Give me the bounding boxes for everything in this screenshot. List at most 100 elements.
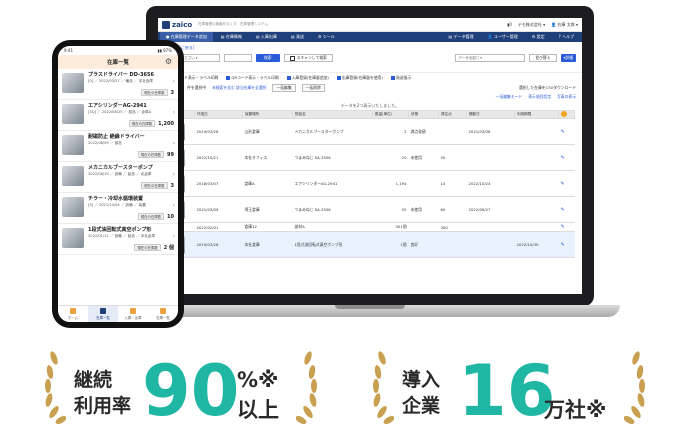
nav-shipping[interactable]: ▤ 発送 <box>285 32 310 42</box>
detail-button[interactable]: ▾詳細 <box>560 54 576 62</box>
col-settings[interactable] <box>558 110 575 119</box>
row-created: 2019/03/26 <box>194 231 243 258</box>
row-location: 倉庫12 <box>242 222 293 232</box>
row-edit[interactable]: ✎ <box>558 118 575 145</box>
add-condition-link[interactable]: 条件を追加 <box>158 64 582 72</box>
stock-qty: 1,200 <box>158 120 174 127</box>
row-state: 満点発値 <box>408 118 439 145</box>
stat1-unit-top: %※ <box>237 368 279 392</box>
stat2-label-bottom: 企業 <box>402 395 441 417</box>
table-row[interactable]: 2021/03/09 埼玉倉庫 つまみねじ SA-3556 55 未使用 60 2022/0… <box>164 196 575 223</box>
row-qty: 301個 <box>372 222 409 232</box>
list-item[interactable]: チラー・冷却水循環装置 [3] ／ 2021/10/04 ／ 設備 ／ 装置 現在の… <box>58 193 178 224</box>
col-state[interactable]: 状態 <box>408 110 439 119</box>
tab-0[interactable]: ホーム <box>58 306 88 322</box>
row-name[interactable]: つまみねじ SA-3556 <box>292 196 373 223</box>
chevron-right-icon: › <box>172 171 175 178</box>
qr-print-button[interactable]: QRコード表示・ラベル印刷 <box>226 75 279 81</box>
bulk-delete-button[interactable]: 一括削除 <box>301 83 325 92</box>
display-items-link[interactable]: 表示項目設定 <box>528 94 551 100</box>
stat2-label-top: 導入 <box>402 369 441 391</box>
list-item[interactable]: プラスドライバー DD-3656 [0] ／ 2022/03/27 ／ 備品 ／ … <box>58 69 178 100</box>
main-nav: ● 在庫管理データ追加 ▤ 在庫情報 ▤ 入庫出庫 ▤ 発送 ⚙ ツール ▤ デ… <box>158 32 582 42</box>
settings-badge-icon <box>561 111 567 117</box>
nav-user-management[interactable]: 👤 ユーザー管理 <box>482 32 524 42</box>
col-qty[interactable]: 数量(単位) <box>372 110 409 119</box>
image-display-link[interactable]: 写真の表示 <box>557 94 576 100</box>
app-logo[interactable]: zaico <box>162 20 193 29</box>
col-reorder[interactable]: 発注点 <box>438 110 467 119</box>
bulk-edit-button[interactable]: 一括編集 <box>272 83 296 92</box>
row-name[interactable]: 1段式油回転式真空ポンプ形 <box>292 231 373 258</box>
nav-in-out[interactable]: ▤ 入庫出庫 <box>250 32 283 42</box>
nav-settings[interactable]: ⚙ 設定 <box>526 32 551 42</box>
search-input[interactable] <box>224 54 252 62</box>
row-inventory-date <box>466 222 515 232</box>
row-state: 未使用 <box>408 144 439 171</box>
list-item[interactable]: 耐磁防止 絶縁ドライバー 2022/08/09 ／ 部品 現在の在庫数 99 › <box>58 131 178 162</box>
nav-tools[interactable]: ⚙ ツール <box>312 32 341 42</box>
table-row[interactable]: 2018/03/07 倉庫A エアシリンダーAG-2941 1,194 10 2022/1… <box>164 170 575 197</box>
stat1-value: 90 <box>142 350 240 428</box>
nav-data-management[interactable]: ▤ データ管理 <box>443 32 480 42</box>
table-row[interactable]: 2019/03/26 山形倉庫 メカニカルブースターポンプ 2 満点発値 2021/03/… <box>164 118 575 145</box>
sort-button[interactable]: 並び替え <box>529 54 557 62</box>
row-edit[interactable]: ✎ <box>558 144 575 171</box>
chevron-right-icon: › <box>172 78 175 85</box>
item-name: 1段式油回転式真空ポンプ形 <box>88 227 152 233</box>
table-row[interactable]: 2022/10/21 本社オフィス つまみねじ SA-3556 20 未使用 50 ✎ <box>164 144 575 171</box>
row-name[interactable]: メカニカルブースターポンプ <box>292 118 373 145</box>
header-tagline: 在庫管理の無駄をなくす 在庫管理システム <box>198 22 269 26</box>
logo-text: zaico <box>172 20 193 29</box>
stat2-value: 16 <box>458 350 556 428</box>
row-edit[interactable]: ✎ <box>558 196 575 223</box>
stock-in-button[interactable]: 入庫登録(在庫量追加) <box>286 75 329 81</box>
item-stock: 現在の在庫数 3 <box>141 89 174 96</box>
user-menu[interactable]: 👤 在庫 太郎 ▾ <box>551 22 578 28</box>
select-all-link[interactable]: 未検索を含む 該当在庫を全選択 <box>212 85 266 91</box>
stat1-label-bottom: 利用率 <box>74 395 132 417</box>
list-item[interactable]: 1段式油回転式真空ポンプ形 2022/01/11 ／ 設備 ／ 製品 ／ 本社倉庫… <box>58 224 178 255</box>
nav-help[interactable]: ? ヘルプ <box>553 32 580 42</box>
item-name: エアシリンダーAG-2941 <box>88 103 147 109</box>
tab-3[interactable]: 在庫一覧 <box>148 306 178 322</box>
phone-page-title: 在庫一覧 <box>106 60 129 66</box>
stock-badge: 現在の在庫数 <box>134 244 161 251</box>
col-location[interactable]: 保管場所 <box>242 110 293 119</box>
row-name[interactable]: つまみねじ SA-3556 <box>292 144 373 171</box>
company-selector[interactable]: デモ株式会社 ▾ <box>518 22 545 28</box>
tab-icon <box>160 308 166 314</box>
table-row[interactable]: 2022/02/01 倉庫12 部材A 301個 300 ✎ <box>164 222 575 232</box>
col-created[interactable]: 作成日 <box>194 110 243 119</box>
row-edit[interactable]: ✎ <box>558 231 575 258</box>
logo-icon <box>162 20 170 29</box>
tab-1[interactable]: 在庫一覧 <box>88 306 118 322</box>
row-name[interactable]: エアシリンダーAG-2941 <box>292 170 373 197</box>
item-stock: 現在の在庫数 3 <box>141 182 174 189</box>
gear-icon[interactable]: ⚙ <box>165 57 172 66</box>
col-inventory-date[interactable]: 棚卸日 <box>466 110 515 119</box>
stock-out-button[interactable]: 出庫登録(在庫量を使用) <box>336 75 383 81</box>
back-link[interactable]: ◂ [前画面に戻る] <box>158 42 582 52</box>
scan-search-button[interactable]: スキャンして検索 <box>283 54 333 62</box>
row-edit[interactable]: ✎ <box>558 170 575 197</box>
row-name[interactable]: 部材A <box>292 222 373 232</box>
nav-inventory-info[interactable]: ▤ 在庫情報 <box>215 32 248 42</box>
ship-order-button[interactable]: 発送指示 <box>390 75 411 81</box>
tab-2[interactable]: 入庫・出庫 <box>118 306 148 322</box>
tab-label: ホーム <box>67 316 79 320</box>
list-item[interactable]: エアシリンダーAG-2941 [3Q] ／ 2022/08/25 ／ 部品 ／ 倉… <box>58 100 178 131</box>
col-expire[interactable]: 利用期限 <box>514 110 559 119</box>
col-name[interactable]: 物品名 <box>292 110 373 119</box>
csv-download-link[interactable]: 選択した在庫をCSVダウンロード <box>519 85 576 91</box>
table-row[interactable]: 2019/03/26 本社倉庫 1段式油回転式真空ポンプ形 1個 良好 2022/10/3… <box>164 231 575 258</box>
list-item[interactable]: メカニカルブースターポンプ 2022/08/19 ／ 設備 ／ 製品 ／ 北倉庫現… <box>58 162 178 193</box>
row-expire <box>514 222 559 232</box>
notification-count[interactable]: ▮0 <box>507 22 512 28</box>
bulk-edit-mode-link[interactable]: 一括編集モード <box>496 94 523 100</box>
data-filter-select[interactable]: データ全部□ ▾ <box>455 54 526 62</box>
search-button[interactable]: 検索 <box>256 54 280 62</box>
row-reorder <box>438 118 467 145</box>
row-edit[interactable]: ✎ <box>558 222 575 232</box>
nav-right-group: ▤ データ管理 👤 ユーザー管理 ⚙ 設定 ? ヘルプ <box>443 32 581 42</box>
